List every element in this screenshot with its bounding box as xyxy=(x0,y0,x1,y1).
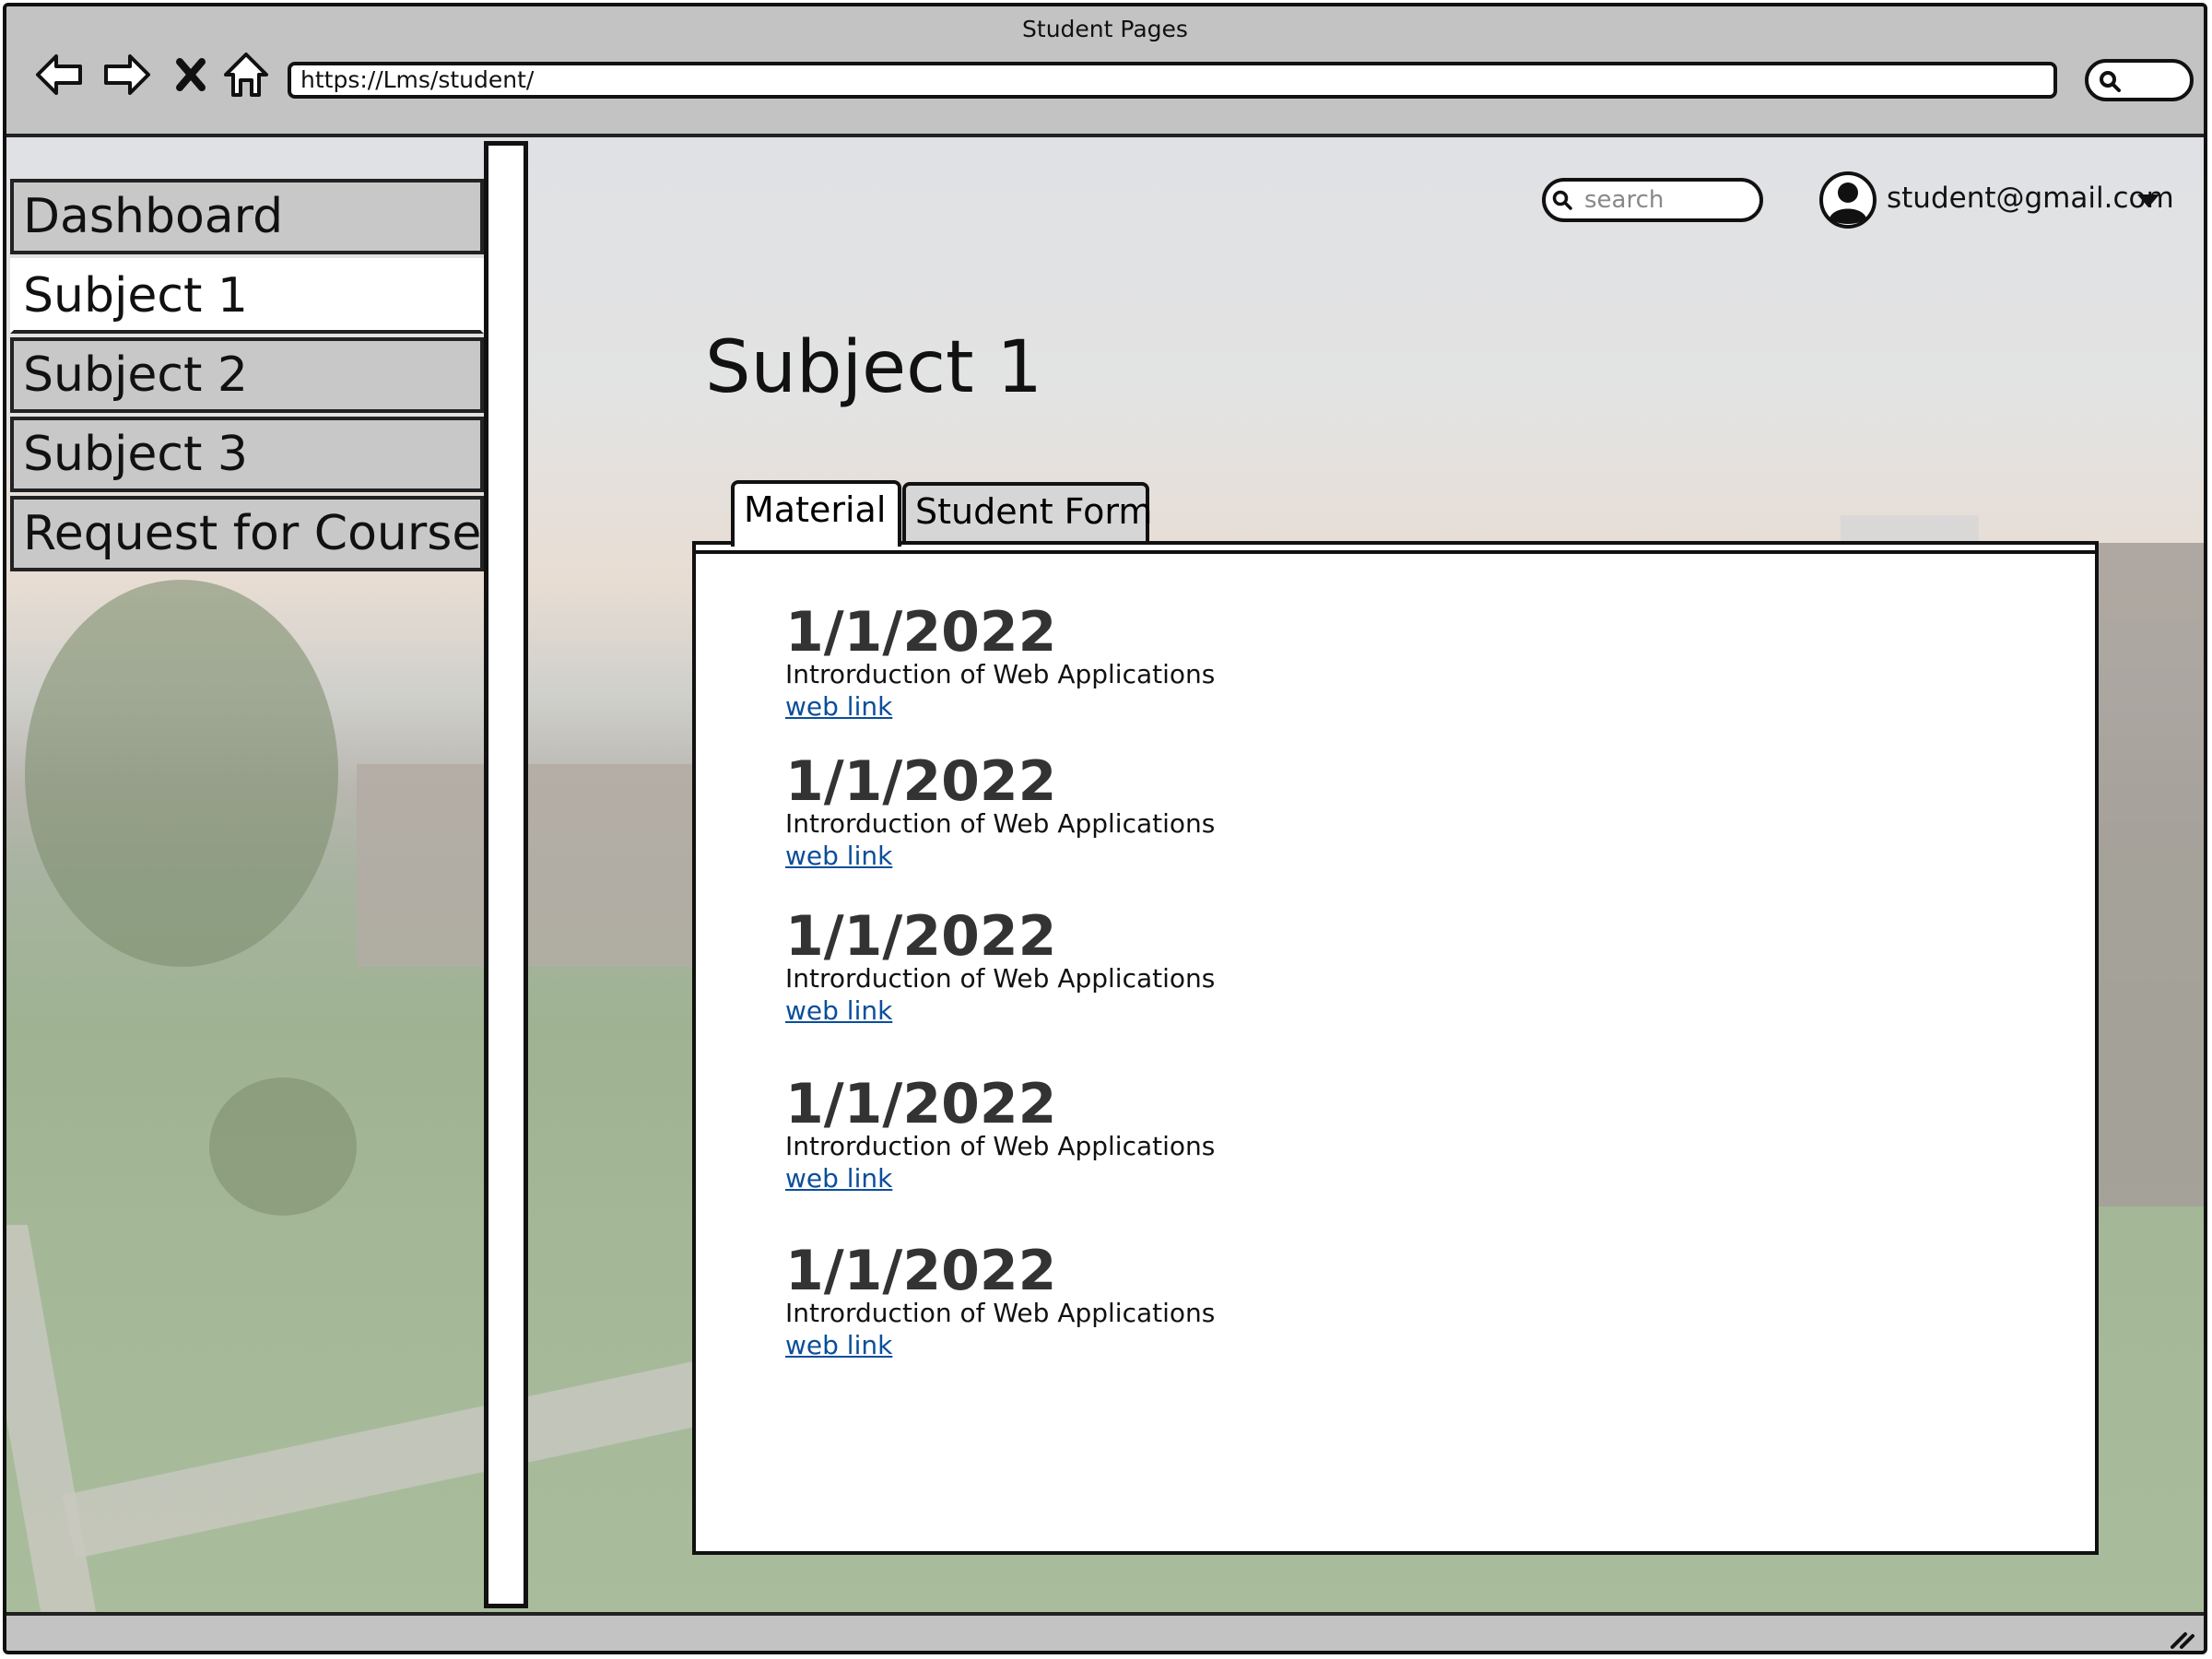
sidebar-item-subject-2[interactable]: Subject 2 xyxy=(10,337,484,413)
sidebar-item-dashboard[interactable]: Dashboard xyxy=(10,179,484,254)
address-bar[interactable]: https://Lms/student/ xyxy=(288,62,2057,99)
material-web-link[interactable]: web link xyxy=(785,690,892,724)
material-date: 1/1/2022 xyxy=(785,904,1057,969)
window-title: Student Pages xyxy=(1022,16,1188,42)
close-icon xyxy=(176,58,206,91)
browser-search-field[interactable] xyxy=(2085,59,2194,101)
material-date: 1/1/2022 xyxy=(785,749,1057,814)
browser-toolbar: Student Pages https://Lms/student/ xyxy=(6,6,2204,137)
material-web-link[interactable]: web link xyxy=(785,840,892,873)
resize-grip-icon[interactable] xyxy=(2167,1621,2196,1651)
search-input[interactable]: search xyxy=(1542,178,1763,222)
page-viewport: Dashboard Subject 1 Subject 2 Subject 3 … xyxy=(6,137,2204,1612)
material-web-link[interactable]: web link xyxy=(785,1162,892,1195)
material-date: 1/1/2022 xyxy=(785,1072,1057,1136)
material-item: 1/1/2022 Introrduction of Web Applicatio… xyxy=(785,1077,1215,1195)
forward-button[interactable] xyxy=(99,47,154,102)
material-description: Introrduction of Web Applications xyxy=(785,659,1216,689)
material-description: Introrduction of Web Applications xyxy=(785,963,1216,994)
search-icon xyxy=(2100,71,2121,92)
material-item: 1/1/2022 Introrduction of Web Applicatio… xyxy=(785,600,1216,724)
chevron-down-icon[interactable] xyxy=(2136,193,2161,209)
material-panel: 1/1/2022 Introrduction of Web Applicatio… xyxy=(692,541,2099,1555)
status-bar xyxy=(6,1612,2204,1651)
material-date: 1/1/2022 xyxy=(785,1239,1057,1303)
search-icon xyxy=(1552,190,1572,210)
tab-material[interactable]: Material xyxy=(731,480,901,547)
back-icon xyxy=(36,54,82,95)
browser-window: Student Pages https://Lms/student/ Dashb… xyxy=(3,3,2207,1654)
sidebar-item-subject-1[interactable]: Subject 1 xyxy=(10,258,484,334)
material-item: 1/1/2022 Introrduction of Web Applicatio… xyxy=(785,749,1216,873)
stop-button[interactable] xyxy=(163,47,218,102)
background-path xyxy=(6,1225,97,1612)
material-description: Introrduction of Web Applications xyxy=(785,1298,1216,1328)
sidebar-item-request-for-course[interactable]: Request for Course xyxy=(10,496,484,571)
background-tree xyxy=(209,1077,357,1216)
material-web-link[interactable]: web link xyxy=(785,1329,892,1362)
user-menu[interactable]: student@gmail.com xyxy=(1887,182,2174,215)
home-icon xyxy=(224,53,268,97)
page-title: Subject 1 xyxy=(705,326,1043,409)
sidebar-scrollbar[interactable] xyxy=(484,141,528,1608)
material-description: Introrduction of Web Applications xyxy=(785,1131,1216,1161)
panel-divider xyxy=(696,550,2095,554)
back-button[interactable] xyxy=(32,47,88,102)
material-date: 1/1/2022 xyxy=(785,600,1057,665)
background-tree xyxy=(25,580,338,967)
background-path xyxy=(62,1360,707,1559)
material-item: 1/1/2022 Introrduction of Web Applicatio… xyxy=(785,1239,1216,1362)
background-building xyxy=(357,764,707,967)
home-button[interactable] xyxy=(218,47,274,102)
tab-student-form[interactable]: Student Form xyxy=(902,482,1152,541)
material-description: Introrduction of Web Applications xyxy=(785,808,1216,839)
avatar-icon[interactable] xyxy=(1818,171,1877,229)
material-web-link[interactable]: web link xyxy=(785,994,892,1028)
material-item: 1/1/2022 Introrduction of Web Applicatio… xyxy=(785,904,1216,1028)
sidebar-item-subject-3[interactable]: Subject 3 xyxy=(10,417,484,492)
forward-icon xyxy=(104,54,150,95)
